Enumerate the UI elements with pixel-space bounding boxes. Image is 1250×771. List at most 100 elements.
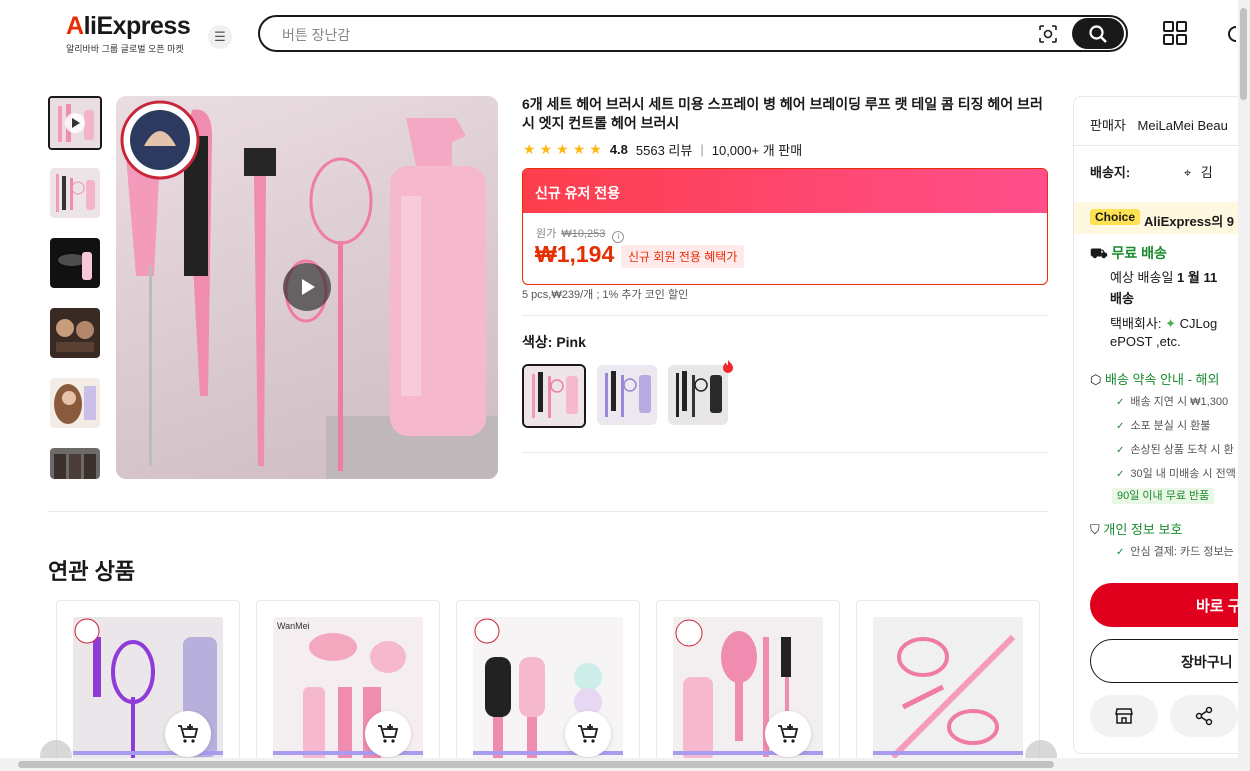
delivery-label: 예상 배송일	[1110, 270, 1174, 285]
add-to-cart-button[interactable]	[365, 711, 411, 757]
promise-item: ✓ 소포 분실 시 환불	[1116, 417, 1210, 433]
rating-row[interactable]: ★ ★ ★ ★ ★ 4.8 5563 리뷰 | 10,000+ 개 판매	[523, 140, 802, 159]
truck-icon: ⛟	[1090, 245, 1108, 261]
purchase-panel: 판매자 MeiLaMei Beau 배송지: ⌖ 김 Choice AliExp…	[1073, 96, 1243, 754]
ship-to-label: 배송지:	[1090, 165, 1131, 180]
divider	[522, 315, 1048, 316]
color-swatch-purple[interactable]	[597, 365, 657, 425]
thumbnail-image[interactable]	[50, 448, 100, 479]
star-icon: ★	[523, 141, 536, 157]
menu-icon[interactable]: ☰	[208, 25, 232, 49]
choice-badge: Choice	[1090, 209, 1141, 225]
star-icon: ★	[572, 141, 586, 157]
related-product-card[interactable]	[456, 600, 640, 770]
check-icon: ✓	[1116, 397, 1125, 408]
vertical-scrollbar[interactable]	[1238, 0, 1250, 771]
qr-code-icon[interactable]	[1162, 20, 1188, 46]
location-pin-icon: ⌖	[1183, 165, 1192, 180]
check-icon: ✓	[1116, 547, 1125, 558]
related-product-card[interactable]	[656, 600, 840, 770]
product-highlight-bar	[873, 751, 1023, 755]
divider	[1074, 145, 1242, 146]
seller-row[interactable]: 판매자 MeiLaMei Beau	[1090, 115, 1228, 134]
carrier-row: 택배회사: ✦ CJLog	[1110, 313, 1217, 332]
color-value: Pink	[556, 334, 586, 350]
star-icon: ★	[556, 141, 569, 157]
shield-box-icon: ⬡	[1090, 372, 1102, 387]
thumbnail-image[interactable]	[50, 378, 100, 428]
delivery-promise-title[interactable]: ⬡ 배송 약속 안내 - 해외	[1090, 369, 1219, 388]
add-to-cart-big-button[interactable]: 장바구니	[1090, 639, 1242, 683]
review-count[interactable]: 5563 리뷰	[636, 140, 692, 159]
play-icon	[302, 279, 315, 295]
main-product-image[interactable]	[116, 96, 498, 479]
globe-icon[interactable]	[1226, 24, 1236, 44]
promo-tag: 신규 회원 전용 혜택가	[621, 245, 745, 268]
original-price-value: ₩10,253	[561, 228, 606, 240]
thumbnail-image[interactable]	[50, 168, 100, 218]
hot-fire-icon	[723, 360, 733, 373]
free-shipping-label: 무료 배송	[1111, 245, 1167, 261]
promise-item: ✓ 손상된 상품 도착 시 환	[1116, 441, 1234, 457]
share-button[interactable]	[1170, 695, 1238, 737]
promise-title-text: 배송 약속 안내 - 해외	[1104, 372, 1220, 387]
star-icon: ★	[589, 141, 602, 157]
logo-tagline: 알리바바 그룹 글로벌 오픈 마켓	[66, 44, 184, 54]
privacy-title-text: 개인 정보 보호	[1103, 522, 1183, 537]
choice-banner[interactable]: Choice AliExpress의 9	[1074, 202, 1242, 234]
divider	[48, 511, 1048, 512]
thumbnail-image[interactable]	[50, 308, 100, 358]
thumbnail-image[interactable]	[50, 238, 100, 288]
separator: |	[700, 142, 704, 157]
star-icon: ★	[539, 141, 553, 157]
color-swatch-pink[interactable]	[522, 364, 586, 428]
shield-check-icon: ⛉	[1090, 522, 1100, 537]
delivery-line2: 배송	[1110, 291, 1134, 306]
privacy-title[interactable]: ⛉ 개인 정보 보호	[1090, 519, 1182, 538]
related-product-card[interactable]: WanMei	[256, 600, 440, 770]
free-shipping-row: ⛟ 무료 배송	[1090, 243, 1167, 264]
privacy-text: 안심 결제: 카드 정보는	[1130, 546, 1234, 558]
search-button[interactable]	[1072, 18, 1124, 49]
promise-item: ✓ 배송 지연 시 ₩1,300	[1116, 393, 1228, 409]
color-label: 색상: Pink	[522, 332, 586, 352]
free-return-row: 90일 이내 무료 반품	[1112, 487, 1215, 504]
aliexpress-logo[interactable]: AliExpress 알리바바 그룹 글로벌 오픈 마켓	[66, 12, 191, 55]
price-box: 신규 유저 전용 원가 ₩10,253 i ₩1,194 신규 회원 전용 혜택…	[522, 168, 1048, 285]
check-icon: ✓	[1116, 445, 1125, 456]
search-input[interactable]: 버튼 장난감	[282, 25, 350, 45]
add-to-cart-button[interactable]	[765, 711, 811, 757]
color-swatch-black[interactable]	[668, 365, 728, 425]
promise-text: 손상된 상품 도착 시 환	[1130, 444, 1234, 456]
buy-now-button[interactable]: 바로 구	[1090, 583, 1242, 627]
choice-text: AliExpress의 9	[1144, 214, 1235, 229]
seller-name[interactable]: MeiLaMei Beau	[1138, 118, 1228, 133]
product-image[interactable]	[873, 617, 1023, 767]
price-banner: 신규 유저 전용	[523, 169, 1047, 213]
sold-count: 10,000+ 개 판매	[711, 143, 803, 158]
delivery-date-value: 1 월 11	[1177, 270, 1218, 285]
ship-to-row[interactable]: 배송지: ⌖ 김	[1090, 162, 1213, 181]
delivery-date: 예상 배송일 1 월 11	[1110, 267, 1217, 286]
check-icon: ✓	[1116, 469, 1125, 480]
related-product-card[interactable]	[856, 600, 1040, 770]
carrier-line2: ePOST ,etc.	[1110, 334, 1181, 349]
carrier-name: CJLog	[1179, 316, 1218, 331]
vertical-scroll-thumb[interactable]	[1240, 8, 1247, 100]
current-price: ₩1,194	[535, 241, 615, 267]
search-bar[interactable]: 버튼 장난감	[258, 15, 1128, 52]
play-video-button[interactable]	[283, 263, 331, 311]
thumbnail-video[interactable]	[48, 96, 102, 150]
promise-item: ✓ 30일 내 미배송 시 전액	[1116, 465, 1236, 481]
related-product-card[interactable]	[56, 600, 240, 770]
horizontal-scroll-thumb[interactable]	[18, 761, 1054, 768]
store-button[interactable]	[1090, 695, 1158, 737]
add-to-cart-button[interactable]	[565, 711, 611, 757]
svg-text:WanMei: WanMei	[277, 621, 310, 631]
search-icon	[1089, 24, 1107, 43]
add-to-cart-button[interactable]	[165, 711, 211, 757]
seller-label: 판매자	[1090, 118, 1126, 133]
logo-wordmark: AliExpress	[66, 12, 191, 40]
image-search-icon[interactable]	[1038, 24, 1058, 44]
cart-plus-icon	[178, 724, 199, 743]
